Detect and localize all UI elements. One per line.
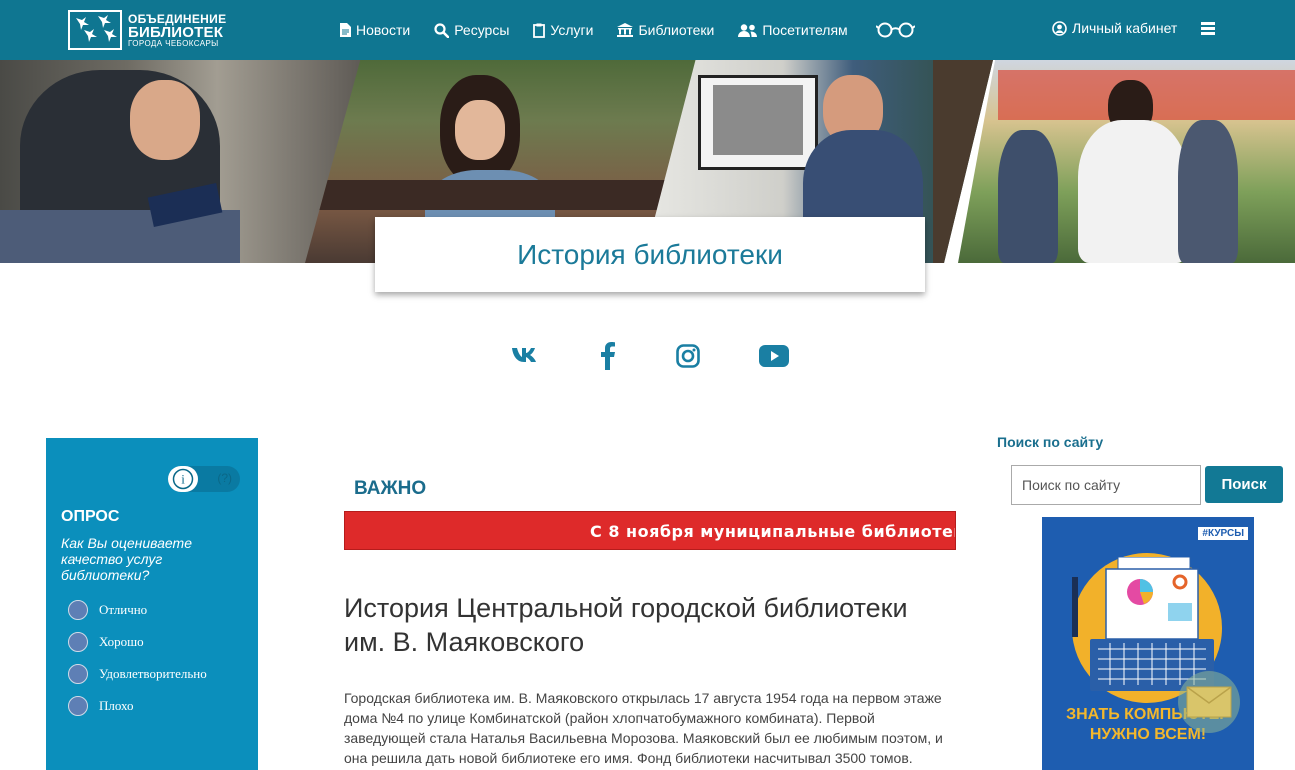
- nav-item-services[interactable]: Услуги: [533, 22, 593, 38]
- poll-option-poor[interactable]: Плохо: [68, 696, 134, 716]
- computer-courses-banner[interactable]: #КУРСЫ ЗНАТЬ КОМПЬЮТЕР НУЖНО ВСЕМ!: [1042, 517, 1254, 770]
- nav-label-visitors: Посетителям: [762, 22, 848, 38]
- poll-title: ОПРОС: [61, 508, 120, 525]
- nav-item-resources[interactable]: Ресурсы: [434, 22, 509, 38]
- logo-line-3: ГОРОДА ЧЕБОКСАРЫ: [128, 38, 219, 48]
- banner-photo-reader: [0, 60, 362, 263]
- poll-option-satisfactory[interactable]: Удовлетворительно: [68, 664, 207, 684]
- logo-line-2: БИБЛИОТЕК: [128, 23, 224, 41]
- logo-line-1: ОБЪЕДИНЕНИЕ: [128, 11, 227, 26]
- vk-icon[interactable]: [511, 346, 541, 369]
- personal-account-link[interactable]: Личный кабинет: [1052, 20, 1177, 36]
- poll-info-toggle[interactable]: i (?): [168, 466, 240, 492]
- search-icon: [434, 22, 450, 38]
- poll-option-good[interactable]: Хорошо: [68, 632, 144, 652]
- glasses-icon: [875, 22, 915, 38]
- site-logo[interactable]: ОБЪЕДИНЕНИЕ БИБЛИОТЕК ГОРОДА ЧЕБОКСАРЫ: [68, 10, 226, 50]
- users-icon: [738, 23, 758, 37]
- logo-text: ОБЪЕДИНЕНИЕ БИБЛИОТЕК ГОРОДА ЧЕБОКСАРЫ: [128, 13, 226, 48]
- promo-tag: #КУРСЫ: [1198, 527, 1248, 540]
- logo-birds-icon: [68, 10, 122, 50]
- hamburger-icon[interactable]: [1201, 22, 1215, 35]
- youtube-icon[interactable]: [759, 345, 789, 372]
- facebook-icon[interactable]: [600, 342, 616, 375]
- search-label: Поиск по сайту: [997, 434, 1104, 450]
- document-icon: [340, 23, 351, 37]
- clipboard-icon: [533, 23, 546, 38]
- search-input[interactable]: [1011, 465, 1201, 505]
- important-heading: ВАЖНО: [354, 478, 427, 499]
- poll-option-excellent[interactable]: Отлично: [68, 600, 147, 620]
- personal-account-label: Личный кабинет: [1072, 20, 1178, 36]
- user-circle-icon: [1052, 20, 1067, 36]
- nav-label-libraries: Библиотеки: [638, 22, 715, 38]
- nav-label-news: Новости: [356, 22, 411, 38]
- accessibility-toggle[interactable]: [875, 22, 920, 38]
- nav-label-resources: Ресурсы: [454, 22, 510, 38]
- poll-question: Как Вы оцениваете качество услуг библиот…: [61, 535, 192, 583]
- nav-item-news[interactable]: Новости: [340, 22, 410, 38]
- poll-option-label: Плохо: [99, 698, 134, 713]
- instagram-icon[interactable]: [676, 344, 700, 373]
- page-title-card: История библиотеки: [375, 217, 925, 292]
- banner-photo-outdoor: [958, 60, 1295, 263]
- ticker-text: С 8 ноября муниципальные библиотеки: [590, 522, 956, 541]
- nav-item-visitors[interactable]: Посетителям: [738, 22, 848, 38]
- page-title: История библиотеки: [517, 239, 783, 270]
- nav-item-libraries[interactable]: Библиотеки: [617, 22, 714, 38]
- radio-button[interactable]: [68, 632, 88, 652]
- radio-button[interactable]: [68, 600, 88, 620]
- nav-label-services: Услуги: [550, 22, 594, 38]
- institution-icon: [617, 23, 634, 37]
- feedback-mail-button[interactable]: [1178, 671, 1240, 733]
- radio-button[interactable]: [68, 696, 88, 716]
- radio-button[interactable]: [68, 664, 88, 684]
- info-icon: i: [168, 466, 198, 492]
- poll-option-label: Отлично: [99, 602, 148, 617]
- social-links: [0, 340, 1295, 372]
- envelope-icon: [1186, 686, 1232, 718]
- help-icon: (?): [217, 471, 232, 485]
- announcement-ticker[interactable]: С 8 ноября муниципальные библиотеки: [344, 511, 956, 550]
- top-navbar: ОБЪЕДИНЕНИЕ БИБЛИОТЕК ГОРОДА ЧЕБОКСАРЫ Н…: [0, 0, 1295, 60]
- poll-option-label: Удовлетворительно: [99, 666, 207, 681]
- main-nav: Новости Ресурсы Услуги Библиотеки Посети…: [340, 0, 944, 60]
- svg-text:i: i: [181, 472, 185, 487]
- poll-widget: i (?) ОПРОС Как Вы оцениваете качество у…: [46, 438, 258, 770]
- poll-option-label: Хорошо: [99, 634, 144, 649]
- search-button[interactable]: Поиск: [1205, 466, 1283, 503]
- article-paragraph: Городская библиотека им. В. Маяковского …: [344, 690, 943, 766]
- article-heading: История Центральной городской библиотеки…: [344, 593, 908, 657]
